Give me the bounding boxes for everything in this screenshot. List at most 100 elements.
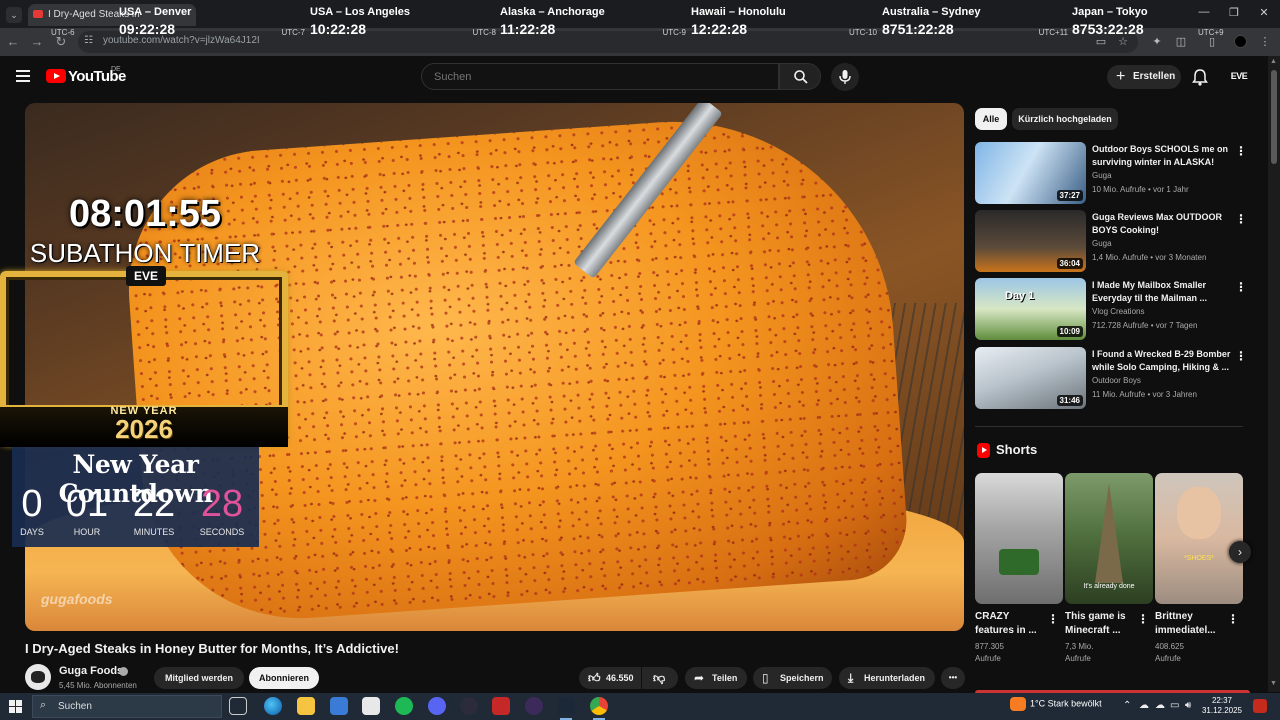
video-title[interactable]: I Made My Mailbox Smaller Everyday til t… [1092, 279, 1232, 305]
search-input[interactable] [422, 64, 778, 89]
short-title[interactable]: CRAZY features in ... [975, 610, 1045, 638]
volume-icon[interactable]: 🔊︎ [1185, 700, 1191, 711]
windows-start-icon[interactable] [9, 700, 22, 713]
dislike-button[interactable]: 👎︎ [642, 667, 678, 689]
save-button[interactable]: ▯ Speichern [753, 667, 832, 689]
channel-name[interactable]: Guga Foods [59, 665, 123, 677]
page-scrollbar[interactable]: ▲ ▼ [1268, 56, 1280, 692]
site-info-icon[interactable]: ☷ [84, 35, 93, 46]
taskbar-search[interactable]: ⌕ Suchen [32, 695, 222, 718]
short-title[interactable]: This game is Minecraft ... [1065, 610, 1135, 638]
chip-recently-uploaded[interactable]: Kürzlich hochgeladen [1012, 108, 1118, 130]
minimize-icon[interactable]: — [1195, 6, 1213, 18]
mail-icon[interactable] [330, 697, 348, 715]
video-title[interactable]: Outdoor Boys SCHOOLS me on surviving win… [1092, 143, 1232, 169]
chrome-menu-icon[interactable]: ⋮ [1258, 35, 1272, 49]
discord-icon[interactable] [428, 697, 446, 715]
more-options-icon[interactable]: ⋮ [1227, 612, 1239, 626]
create-button[interactable]: + Erstellen [1107, 65, 1181, 89]
close-window-icon[interactable]: ✕ [1255, 6, 1273, 19]
download-button[interactable]: ⤓ Herunterladen [839, 667, 935, 689]
file-explorer-icon[interactable] [297, 697, 315, 715]
more-options-icon[interactable]: ⋮ [1235, 349, 1247, 363]
recommendation-item[interactable]: 37:27 Outdoor Boys SCHOOLS me on survivi… [975, 142, 1250, 206]
video-title[interactable]: I Found a Wrecked B-29 Bomber while Solo… [1092, 348, 1232, 374]
short-thumbnail[interactable]: *SHOES* [1155, 473, 1243, 604]
short-item[interactable]: *SHOES* Brittney immediatel... 408.625 A… [1155, 473, 1243, 673]
game-app-icon[interactable] [492, 697, 510, 715]
scroll-up-icon[interactable]: ▲ [1270, 58, 1277, 65]
cast-icon[interactable]: ▭ [1094, 35, 1108, 49]
search-field[interactable] [421, 63, 779, 90]
channel-name[interactable]: Vlog Creations [1092, 307, 1144, 316]
join-button[interactable]: Mitglied werden [154, 667, 244, 689]
video-thumbnail[interactable]: Day 1 10:09 [975, 278, 1086, 340]
countdown-value: 01 [65, 483, 109, 525]
notification-icon[interactable] [1253, 699, 1267, 713]
more-options-icon[interactable]: ⋮ [1235, 144, 1247, 158]
more-options-icon[interactable]: ⋮ [1235, 280, 1247, 294]
display-icon[interactable]: ▭ [1170, 700, 1179, 711]
obs-icon[interactable] [525, 697, 543, 715]
profile-avatar[interactable] [1234, 35, 1247, 48]
chip-all[interactable]: Alle [975, 108, 1007, 130]
channel-name[interactable]: Guga [1092, 239, 1112, 248]
video-thumbnail[interactable]: 31:46 [975, 347, 1086, 409]
scroll-down-icon[interactable]: ▼ [1270, 680, 1277, 687]
youtube-logo-icon[interactable] [46, 69, 66, 83]
more-options-icon[interactable]: ⋮ [1137, 612, 1149, 626]
account-avatar[interactable]: EVE [1229, 68, 1249, 84]
browser-tab-active[interactable]: I Dry-Aged Steaks in [28, 4, 196, 26]
browser-chrome: ⌄ I Dry-Aged Steaks in — ❐ ✕ ← → ↻ ☷ you… [0, 0, 1280, 56]
app-icon[interactable] [460, 697, 478, 715]
short-thumbnail[interactable]: It's already done [1065, 473, 1153, 604]
steam-icon[interactable] [557, 697, 575, 720]
reload-icon[interactable]: ↻ [53, 34, 69, 50]
channel-name[interactable]: Outdoor Boys [1092, 376, 1141, 385]
forward-icon[interactable]: → [29, 34, 45, 49]
extensions-icon[interactable]: ◫ [1174, 35, 1188, 49]
channel-name[interactable]: Guga [1092, 171, 1112, 180]
task-view-icon[interactable] [229, 697, 247, 715]
network-icon[interactable]: ☁ [1139, 700, 1149, 711]
video-thumbnail[interactable]: 37:27 [975, 142, 1086, 204]
recommendation-item[interactable]: 36:04 Guga Reviews Max OUTDOOR BOYS Cook… [975, 210, 1250, 274]
extension-puzzle-icon[interactable]: ✦ [1150, 35, 1164, 49]
spotify-icon[interactable] [395, 697, 413, 715]
back-icon[interactable]: ← [5, 34, 21, 49]
sidepanel-icon[interactable]: ▯ [1205, 35, 1219, 49]
shorts-next-arrow-icon[interactable]: › [1229, 541, 1251, 563]
short-item[interactable]: It's already done This game is Minecraft… [1065, 473, 1153, 673]
share-button[interactable]: ➦ Teilen [685, 667, 747, 689]
recommendation-item[interactable]: Day 1 10:09 I Made My Mailbox Smaller Ev… [975, 278, 1250, 342]
recommendation-item[interactable]: 31:46 I Found a Wrecked B-29 Bomber whil… [975, 347, 1250, 411]
video-thumbnail[interactable]: 36:04 [975, 210, 1086, 272]
countdown-hours: 01 HOUR [59, 483, 115, 537]
weather-widget[interactable]: 1°C Stark bewölkt [1010, 697, 1102, 711]
short-title[interactable]: Brittney immediatel... [1155, 610, 1225, 638]
video-title[interactable]: Guga Reviews Max OUTDOOR BOYS Cooking! [1092, 211, 1232, 237]
bookmark-star-icon[interactable]: ☆ [1116, 35, 1130, 49]
like-button[interactable]: 👍︎ 46.550 [579, 667, 641, 689]
more-options-icon[interactable]: ⋮ [1235, 212, 1247, 226]
voice-search-button[interactable] [831, 63, 859, 91]
onedrive-icon[interactable]: ☁ [1155, 700, 1165, 711]
maximize-icon[interactable]: ❐ [1225, 6, 1243, 19]
short-thumbnail[interactable] [975, 473, 1063, 604]
chrome-icon[interactable] [590, 697, 608, 720]
notepad-icon[interactable] [362, 697, 380, 715]
edge-icon[interactable] [264, 697, 282, 715]
scrollbar-thumb[interactable] [1271, 70, 1277, 164]
search-button[interactable] [779, 63, 821, 90]
tray-overflow-icon[interactable]: ⌃ [1123, 700, 1131, 711]
menu-icon[interactable] [16, 70, 30, 82]
address-bar[interactable]: ☷ youtube.com/watch?v=jlzWa64J12I [78, 31, 1138, 53]
short-item[interactable]: CRAZY features in ... 877.305 Aufrufe ⋮ [975, 473, 1063, 673]
notifications-bell-icon[interactable] [1192, 68, 1208, 86]
tab-search-dropdown-icon[interactable]: ⌄ [6, 7, 22, 23]
channel-avatar[interactable] [25, 664, 51, 690]
taskbar-clock[interactable]: 22:37 31.12.2025 [1200, 696, 1244, 716]
more-options-icon[interactable]: ⋮ [1047, 612, 1059, 626]
more-actions-button[interactable]: ••• [941, 667, 965, 689]
subscribe-button[interactable]: Abonnieren [249, 667, 319, 689]
